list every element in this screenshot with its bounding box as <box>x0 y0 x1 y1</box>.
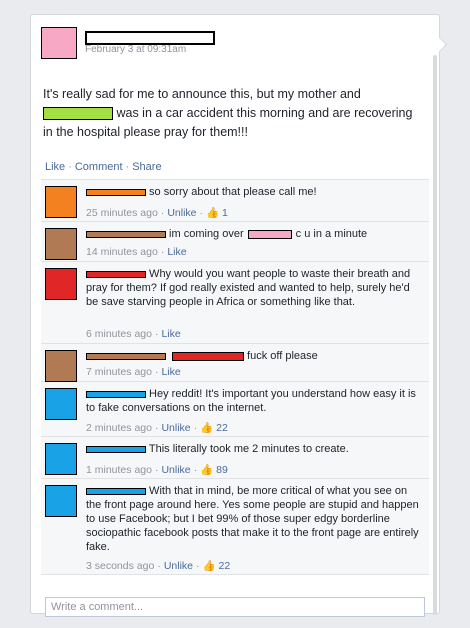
commenter-name-redacted[interactable] <box>86 390 146 398</box>
like-count[interactable]: 22 <box>216 422 228 434</box>
comment-like-link[interactable]: Like <box>167 246 186 258</box>
commenter-name-redacted[interactable] <box>86 270 146 278</box>
like-count[interactable]: 89 <box>216 464 228 476</box>
author-name-redacted[interactable] <box>85 31 215 45</box>
comment-like-link[interactable]: Like <box>161 328 180 340</box>
comment-row: With that in mind, be more critical of w… <box>41 479 429 575</box>
thumbs-up-icon[interactable]: 👍 <box>200 422 216 434</box>
commenter-avatar[interactable] <box>45 268 77 300</box>
comment-row: Why would you want people to waste their… <box>41 262 429 344</box>
comment-like-link[interactable]: Unlike <box>161 422 190 434</box>
commenter-name-redacted[interactable] <box>86 487 146 495</box>
thumbs-up-icon[interactable]: 👍 <box>206 207 222 219</box>
separator: · <box>157 560 161 572</box>
separator: · <box>68 161 72 173</box>
separator: · <box>154 366 159 378</box>
comment-timestamp[interactable]: 3 seconds ago <box>86 560 154 572</box>
comment-row: so sorry about that please call me! 25 mi… <box>41 180 429 222</box>
thumbs-up-icon[interactable]: 👍 <box>200 464 216 476</box>
separator: · <box>193 464 198 476</box>
separator: · <box>196 560 200 572</box>
comment-body: Hey reddit! It's important you understan… <box>86 387 422 415</box>
post-actions: Like · Comment · Share <box>45 161 162 173</box>
commenter-avatar[interactable] <box>45 228 77 260</box>
separator: · <box>125 161 130 173</box>
comment-list: so sorry about that please call me! 25 mi… <box>41 179 429 575</box>
comment-timestamp[interactable]: 7 minutes ago <box>86 366 152 378</box>
commenter-avatar[interactable] <box>45 388 77 420</box>
scrollbar[interactable] <box>433 55 437 615</box>
comment-body: so sorry about that please call me! <box>86 185 422 199</box>
commenter-name-redacted[interactable] <box>86 352 166 360</box>
comment-meta: 1 minutes ago · Unlike · 👍 89 <box>86 463 228 476</box>
like-link[interactable]: Like <box>45 161 65 173</box>
mentioned-name-redacted[interactable] <box>172 351 244 361</box>
commenter-avatar[interactable] <box>45 485 77 517</box>
post-text: It's really sad for me to announce this,… <box>43 85 423 142</box>
commenter-avatar[interactable] <box>45 186 77 218</box>
comment-like-link[interactable]: Like <box>161 366 180 378</box>
comment-row: im coming over c u in a minute 14 minutes … <box>41 222 429 262</box>
comment-body: Why would you want people to waste their… <box>86 267 422 309</box>
comment-timestamp[interactable]: 2 minutes ago <box>86 422 152 434</box>
comment-input[interactable]: Write a comment... <box>45 597 425 617</box>
share-link[interactable]: Share <box>132 161 161 173</box>
comment-body: fuck off please <box>86 349 422 363</box>
post-timestamp[interactable]: February 3 at 09:31am <box>85 44 186 55</box>
separator: · <box>154 464 159 476</box>
comment-row: fuck off please 7 minutes ago · Like <box>41 344 429 382</box>
separator: · <box>154 328 159 340</box>
mentioned-name-redacted[interactable] <box>247 229 292 239</box>
comment-body: With that in mind, be more critical of w… <box>86 484 422 554</box>
thumbs-up-icon[interactable]: 👍 <box>203 560 219 572</box>
commenter-name-redacted[interactable] <box>86 230 166 238</box>
comment-text: With that in mind, be more critical of w… <box>86 485 419 553</box>
comment-meta: 6 minutes ago · Like <box>86 328 181 340</box>
comment-meta: 7 minutes ago · Like <box>86 366 181 378</box>
comment-text-after: c u in a minute <box>295 228 368 240</box>
comment-like-link[interactable]: Unlike <box>167 207 196 219</box>
comment-row: This literally took me 2 minutes to crea… <box>41 437 429 479</box>
card-caret <box>431 36 448 53</box>
like-count[interactable]: 1 <box>222 207 228 219</box>
separator: · <box>193 422 198 434</box>
commenter-avatar[interactable] <box>45 443 77 475</box>
comment-link[interactable]: Comment <box>75 161 123 173</box>
comment-meta: 2 minutes ago · Unlike · 👍 22 <box>86 421 228 434</box>
comment-timestamp[interactable]: 6 minutes ago <box>86 328 152 340</box>
comment-like-link[interactable]: Unlike <box>161 464 190 476</box>
separator: · <box>160 207 165 219</box>
post-text-part1: It's really sad for me to announce this,… <box>43 87 361 101</box>
comment-body: im coming over c u in a minute <box>86 227 422 241</box>
comment-meta: 3 seconds ago · Unlike · 👍 22 <box>86 559 230 572</box>
comment-body: This literally took me 2 minutes to crea… <box>86 442 422 456</box>
comment-timestamp[interactable]: 25 minutes ago <box>86 207 158 219</box>
separator: · <box>160 246 165 258</box>
separator: · <box>199 207 204 219</box>
comment-text: This literally took me 2 minutes to crea… <box>146 443 349 455</box>
post-card: February 3 at 09:31am It's really sad fo… <box>30 14 448 617</box>
comment-text: so sorry about that please call me! <box>146 186 317 198</box>
commenter-name-redacted[interactable] <box>86 188 146 196</box>
separator: · <box>154 422 159 434</box>
commenter-avatar[interactable] <box>45 350 77 382</box>
redacted-name <box>43 107 113 121</box>
comment-meta: 25 minutes ago · Unlike · 👍 1 <box>86 206 228 219</box>
comment-text: fuck off please <box>244 350 318 362</box>
author-avatar[interactable] <box>41 27 77 59</box>
comment-timestamp[interactable]: 14 minutes ago <box>86 246 158 258</box>
like-count[interactable]: 22 <box>219 560 231 572</box>
comment-row: Hey reddit! It's important you understan… <box>41 382 429 437</box>
comment-text: im coming over <box>166 228 244 240</box>
commenter-name-redacted[interactable] <box>86 445 146 453</box>
post-header: February 3 at 09:31am <box>41 27 429 77</box>
comment-meta: 14 minutes ago · Like <box>86 246 187 258</box>
comment-timestamp[interactable]: 1 minutes ago <box>86 464 152 476</box>
comment-like-link[interactable]: Unlike <box>164 560 193 572</box>
